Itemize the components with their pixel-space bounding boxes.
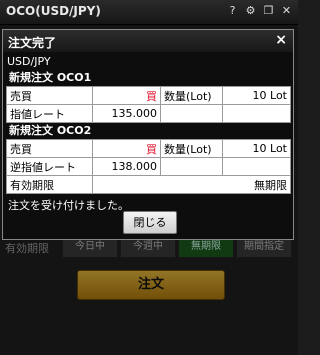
window-title: OCO(USD/JPY) (6, 4, 101, 18)
order2-qty-label: 数量(Lot) (160, 139, 223, 158)
order2-side-label: 売買 (6, 139, 93, 158)
empty-cell (222, 104, 291, 123)
close-button[interactable]: 閉じる (123, 211, 177, 234)
order1-table: 売買 買 数量(Lot) 10 Lot 指値レート 135.000 (6, 86, 291, 123)
order2-expiry-value: 無期限 (92, 175, 291, 194)
order2-price-value: 138.000 (92, 157, 161, 176)
dialog-header: 注文完了 × (3, 30, 293, 52)
dialog-title: 注文完了 (8, 36, 57, 50)
window-controls: ? ⚙ ❐ ✕ (227, 4, 292, 18)
order2-expiry-label: 有効期限 (6, 175, 93, 194)
order1-header: 新規注文 OCO1 (6, 70, 290, 86)
order2-side-value: 買 (92, 139, 161, 158)
order2-table: 売買 買 数量(Lot) 10 Lot 逆指値レート 138.000 有効期限 … (6, 139, 291, 194)
empty-cell (160, 157, 223, 176)
order1-price-value: 135.000 (92, 104, 161, 123)
order2-qty-value: 10 Lot (222, 139, 291, 158)
empty-cell (160, 104, 223, 123)
currency-pair: USD/JPY (7, 55, 51, 68)
order1-side-label: 売買 (6, 86, 93, 105)
order2-row-expiry: 有効期限 無期限 (6, 175, 291, 194)
order1-row-price: 指値レート 135.000 (6, 104, 291, 123)
order1-qty-value: 10 Lot (222, 86, 291, 105)
empty-cell (222, 157, 291, 176)
order2-header: 新規注文 OCO2 (6, 123, 290, 139)
order2-row-side: 売買 買 数量(Lot) 10 Lot (6, 139, 291, 158)
dialog-close-icon[interactable]: × (275, 32, 287, 48)
confirmation-message: 注文を受け付けました。 (8, 199, 129, 212)
order2-row-price: 逆指値レート 138.000 (6, 157, 291, 176)
order-complete-dialog: 注文完了 × USD/JPY 新規注文 OCO1 売買 買 数量(Lot) 10… (2, 29, 294, 240)
order2-price-label: 逆指値レート (6, 157, 93, 176)
order1-side-value: 買 (92, 86, 161, 105)
window-titlebar: OCO(USD/JPY) ? ⚙ ❐ ✕ (0, 0, 298, 25)
order1-row-side: 売買 買 数量(Lot) 10 Lot (6, 86, 291, 105)
close-icon[interactable]: ✕ (281, 4, 292, 18)
order1-price-label: 指値レート (6, 104, 93, 123)
order1-qty-label: 数量(Lot) (160, 86, 223, 105)
help-icon[interactable]: ? (227, 4, 238, 18)
restore-icon[interactable]: ❐ (263, 4, 274, 18)
gear-icon[interactable]: ⚙ (245, 4, 256, 18)
